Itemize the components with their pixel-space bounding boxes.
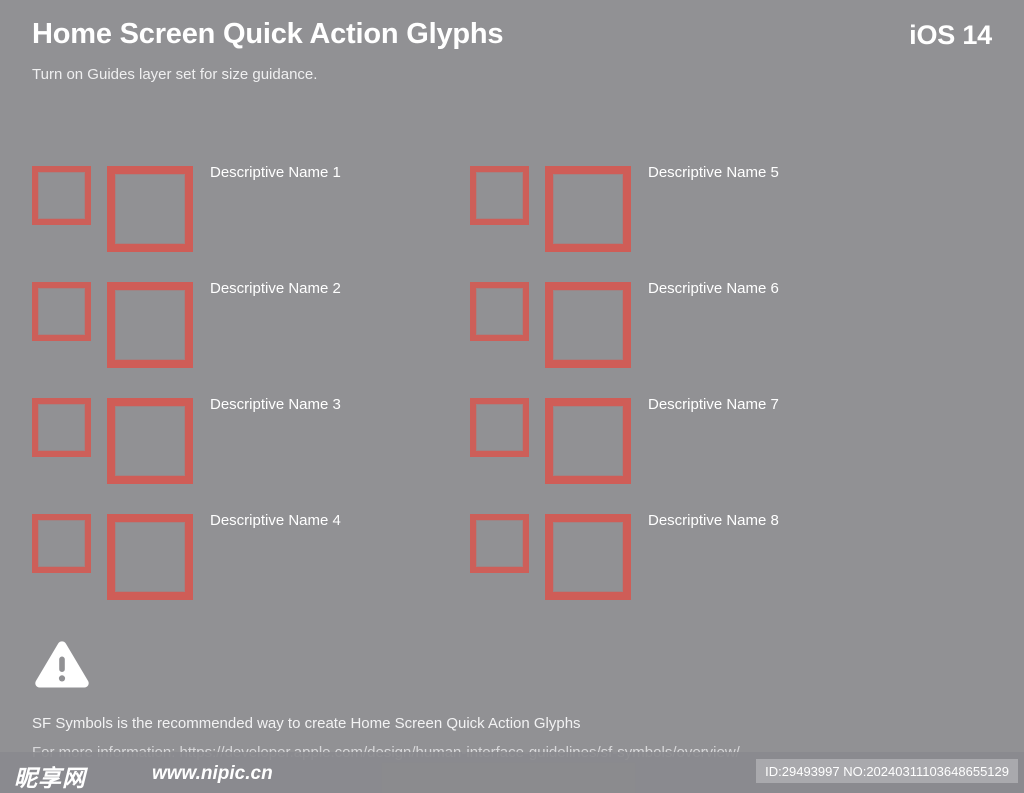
notice-line-1: SF Symbols is the recommended way to cre… xyxy=(32,715,581,732)
glyph-label: Descriptive Name 7 xyxy=(648,396,779,413)
page-title: Home Screen Quick Action Glyphs xyxy=(32,18,504,50)
glyph-box-large[interactable] xyxy=(545,514,631,600)
glyph-box-large[interactable] xyxy=(545,166,631,252)
glyph-box-small[interactable] xyxy=(32,514,91,573)
glyph-box-large[interactable] xyxy=(107,166,193,252)
watermark-id-text: ID:29493997 NO:20240311103648655129 xyxy=(765,763,1009,779)
glyph-box-large[interactable] xyxy=(545,282,631,368)
header: Home Screen Quick Action Glyphs iOS 14 xyxy=(32,18,992,62)
os-version-label: iOS 14 xyxy=(909,20,992,50)
glyph-grid: Descriptive Name 1 Descriptive Name 2 De… xyxy=(0,164,1024,606)
glyph-label: Descriptive Name 4 xyxy=(210,512,341,529)
glyph-box-small[interactable] xyxy=(32,166,91,225)
glyph-box-small[interactable] xyxy=(32,282,91,341)
glyph-box-small[interactable] xyxy=(470,282,529,341)
glyph-box-large[interactable] xyxy=(107,398,193,484)
warning-triangle-icon xyxy=(35,641,89,688)
glyph-box-large[interactable] xyxy=(545,398,631,484)
glyph-label: Descriptive Name 6 xyxy=(648,280,779,297)
glyph-box-large[interactable] xyxy=(107,282,193,368)
watermark-logo-url: www.nipic.cn xyxy=(152,763,273,784)
glyph-box-large[interactable] xyxy=(107,514,193,600)
glyph-label: Descriptive Name 5 xyxy=(648,164,779,181)
glyph-box-small[interactable] xyxy=(470,398,529,457)
glyph-label: Descriptive Name 2 xyxy=(210,280,341,297)
watermark-bar: 昵享网 www.nipic.cn ID:29493997 NO:20240311… xyxy=(0,752,1024,793)
glyph-box-small[interactable] xyxy=(32,398,91,457)
glyph-label: Descriptive Name 3 xyxy=(210,396,341,413)
subtitle: Turn on Guides layer set for size guidan… xyxy=(32,66,318,83)
watermark-logo-cn: 昵享网 xyxy=(14,765,86,791)
glyph-label: Descriptive Name 8 xyxy=(648,512,779,529)
glyph-label: Descriptive Name 1 xyxy=(210,164,341,181)
glyph-box-small[interactable] xyxy=(470,166,529,225)
watermark-id-box: ID:29493997 NO:20240311103648655129 xyxy=(756,759,1018,783)
glyph-box-small[interactable] xyxy=(470,514,529,573)
